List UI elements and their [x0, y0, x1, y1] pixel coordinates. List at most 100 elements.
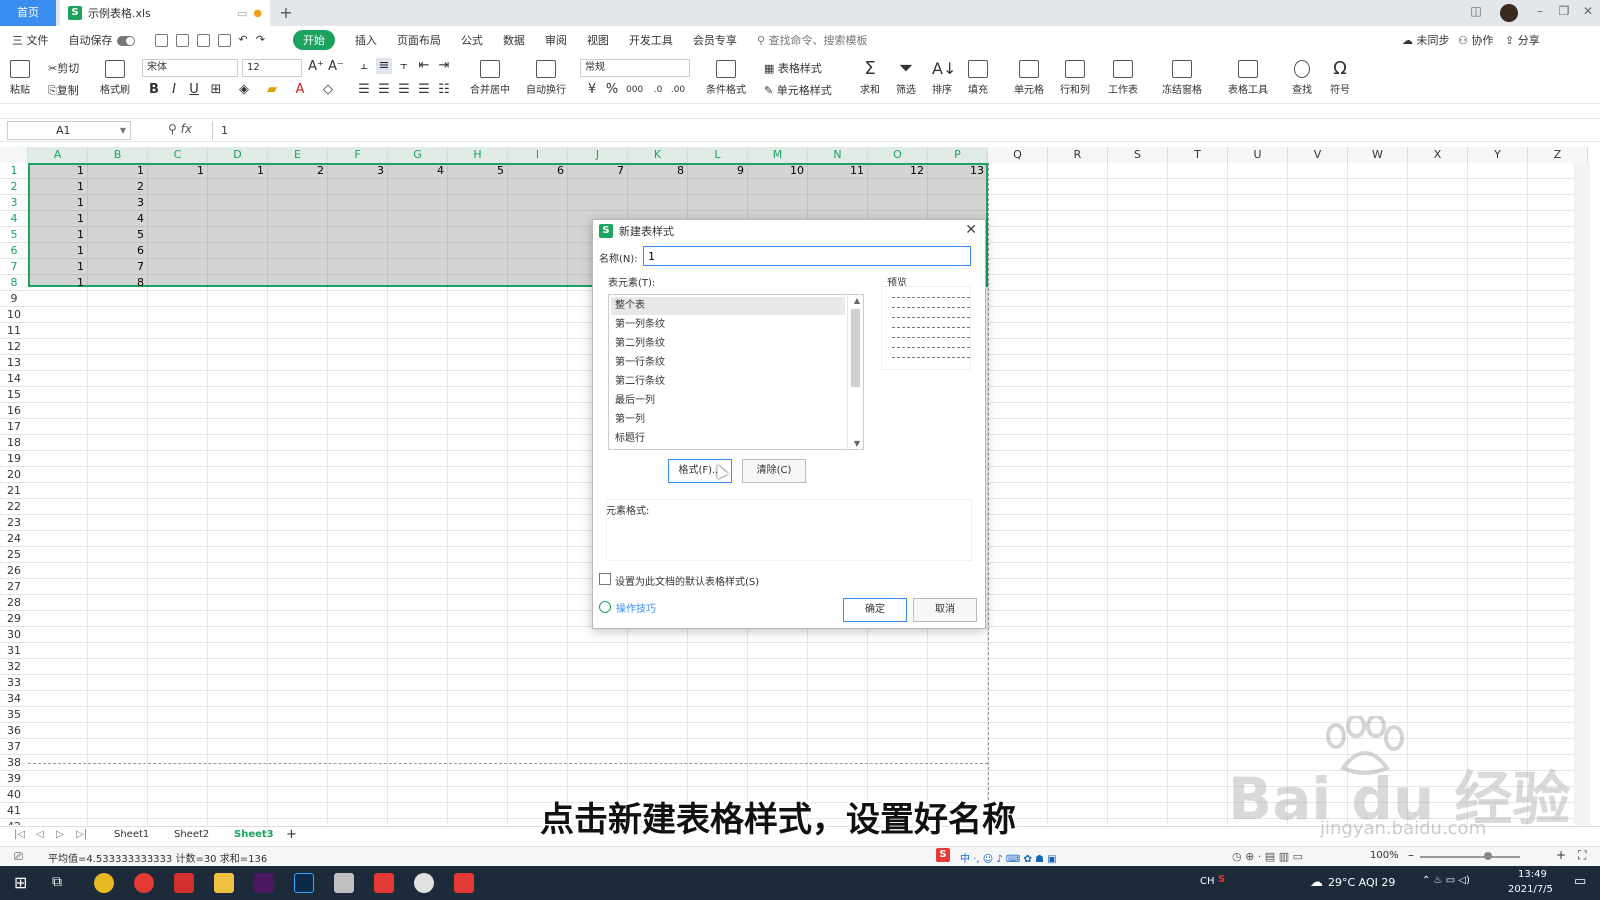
conditional-format-button[interactable]: 条件格式 — [706, 60, 746, 96]
indent-increase-icon[interactable]: ⇥ — [436, 58, 452, 74]
column-header-c[interactable]: C — [148, 147, 208, 163]
tray-icons[interactable]: ⌃ ♨ ▭ ◁) — [1422, 875, 1470, 886]
fill-button[interactable]: 填充 — [968, 60, 988, 96]
next-sheet-icon[interactable]: ▷ — [56, 829, 64, 840]
column-header-q[interactable]: Q — [988, 147, 1048, 163]
currency-button[interactable]: ¥ — [584, 82, 600, 98]
cell-style-button[interactable]: ✎ 单元格样式 — [764, 82, 832, 98]
align-middle-icon[interactable]: ≡ — [376, 58, 392, 74]
zoom-out-icon[interactable]: – — [1408, 848, 1414, 862]
default-style-checkbox[interactable] — [599, 573, 611, 585]
row-col-button[interactable]: 行和列 — [1060, 60, 1090, 96]
column-header-i[interactable]: I — [508, 147, 568, 163]
command-search[interactable]: ⚲ 查找命令、搜索模板 — [757, 32, 868, 48]
row-header[interactable]: 4 — [0, 211, 28, 227]
column-header-l[interactable]: L — [688, 147, 748, 163]
justify-icon[interactable]: ☰ — [416, 82, 432, 98]
pin-icon[interactable]: ▭ — [237, 7, 247, 20]
cell-m1[interactable]: 10 — [748, 163, 808, 179]
cell-a3[interactable]: 1 — [28, 195, 88, 211]
layout-icon[interactable]: ◫ — [1466, 4, 1486, 18]
column-header-x[interactable]: X — [1408, 147, 1468, 163]
font-size-select[interactable]: 12 — [242, 59, 302, 77]
bold-button[interactable]: B — [146, 82, 162, 98]
row-header[interactable]: 31 — [0, 643, 28, 659]
row-header[interactable]: 36 — [0, 723, 28, 739]
cell-b3[interactable]: 3 — [88, 195, 148, 211]
redo-icon[interactable]: ↷ — [256, 33, 265, 46]
avatar[interactable] — [1500, 4, 1518, 22]
style-name-input[interactable] — [643, 246, 971, 266]
row-header[interactable]: 23 — [0, 515, 28, 531]
file-menu[interactable]: 三 文件 — [12, 32, 49, 48]
table-element-item[interactable]: 第二列条纹 — [611, 335, 845, 353]
row-header[interactable]: 6 — [0, 243, 28, 259]
add-sheet-button[interactable]: + — [286, 827, 297, 842]
cell-o1[interactable]: 12 — [868, 163, 928, 179]
cell-p1[interactable]: 13 — [928, 163, 988, 179]
cell-g1[interactable]: 4 — [388, 163, 448, 179]
sheet-tab-sheet3[interactable]: Sheet3 — [234, 829, 274, 840]
ime-toolbar-icons[interactable]: 中 ·, ☺ ♪ ⌨ ✿ ☗ ▣ — [960, 850, 1057, 865]
row-header[interactable]: 22 — [0, 499, 28, 515]
app-a-icon[interactable] — [414, 873, 434, 893]
cell-l1[interactable]: 9 — [688, 163, 748, 179]
cell-k1[interactable]: 8 — [628, 163, 688, 179]
tab-view[interactable]: 视图 — [587, 32, 609, 48]
row-header[interactable]: 28 — [0, 595, 28, 611]
table-element-item[interactable]: 最后一列 — [611, 392, 845, 410]
cell-f1[interactable]: 3 — [328, 163, 388, 179]
column-header-k[interactable]: K — [628, 147, 688, 163]
tab-home[interactable]: 开始 — [292, 30, 335, 50]
column-header-e[interactable]: E — [268, 147, 328, 163]
row-header[interactable]: 30 — [0, 627, 28, 643]
cell-a2[interactable]: 1 — [28, 179, 88, 195]
tab-insert[interactable]: 插入 — [355, 32, 377, 48]
percent-button[interactable]: % — [604, 82, 620, 98]
paste-button[interactable]: 粘贴 — [10, 60, 30, 96]
column-header-b[interactable]: B — [88, 147, 148, 163]
wrap-text-button[interactable]: 自动换行 — [526, 60, 566, 96]
sheet-tab-sheet2[interactable]: Sheet2 — [174, 829, 209, 840]
table-elements-list[interactable]: 整个表 第一列条纹 第二列条纹 第一行条纹 第二行条纹 最后一列 第一列 标题行 ▲ ▼ — [608, 294, 864, 450]
maximize-icon[interactable]: ❐ — [1554, 4, 1574, 18]
row-header[interactable]: 18 — [0, 435, 28, 451]
collaborate-button[interactable]: ⚇ 协作 — [1458, 32, 1493, 48]
distribute-icon[interactable]: ☷ — [436, 82, 452, 98]
column-header-s[interactable]: S — [1108, 147, 1168, 163]
row-header[interactable]: 9 — [0, 291, 28, 307]
tab-formula[interactable]: 公式 — [461, 32, 483, 48]
row-header[interactable]: 3 — [0, 195, 28, 211]
row-header[interactable]: 17 — [0, 419, 28, 435]
tips-link[interactable]: 操作技巧 — [616, 600, 656, 615]
print-icon[interactable] — [196, 33, 210, 47]
column-header-j[interactable]: J — [568, 147, 628, 163]
row-header[interactable]: 15 — [0, 387, 28, 403]
wps-doc-icon[interactable] — [454, 873, 474, 893]
minimize-icon[interactable]: – — [1530, 4, 1550, 18]
sync-status[interactable]: ☁ 未同步 — [1402, 32, 1450, 48]
clear-button[interactable]: 清除(C) — [742, 459, 806, 483]
column-header-y[interactable]: Y — [1468, 147, 1528, 163]
table-element-item[interactable]: 第一列 — [611, 411, 845, 429]
zoom-slider[interactable] — [1420, 856, 1520, 858]
decimal-decrease-icon[interactable]: .00 — [670, 82, 686, 98]
align-right-icon[interactable]: ☰ — [396, 82, 412, 98]
zoom-in-icon[interactable]: + — [1556, 848, 1566, 862]
row-header[interactable]: 21 — [0, 483, 28, 499]
task-view-icon[interactable]: ⧉ — [52, 874, 62, 890]
row-header[interactable]: 38 — [0, 755, 28, 771]
thousands-icon[interactable]: 000 — [626, 82, 643, 98]
row-header[interactable]: 11 — [0, 323, 28, 339]
sogou-ime-icon[interactable]: S — [936, 848, 950, 862]
row-header[interactable]: 35 — [0, 707, 28, 723]
cell-b6[interactable]: 6 — [88, 243, 148, 259]
cell-b8[interactable]: 8 — [88, 275, 148, 291]
row-header[interactable]: 2 — [0, 179, 28, 195]
status-mode-icon[interactable]: ⎚ — [14, 850, 23, 864]
zoom-slider-knob[interactable] — [1484, 852, 1492, 860]
indent-decrease-icon[interactable]: ⇤ — [416, 58, 432, 74]
column-header-d[interactable]: D — [208, 147, 268, 163]
export-icon[interactable] — [175, 33, 189, 47]
chrome-icon[interactable] — [94, 873, 114, 893]
